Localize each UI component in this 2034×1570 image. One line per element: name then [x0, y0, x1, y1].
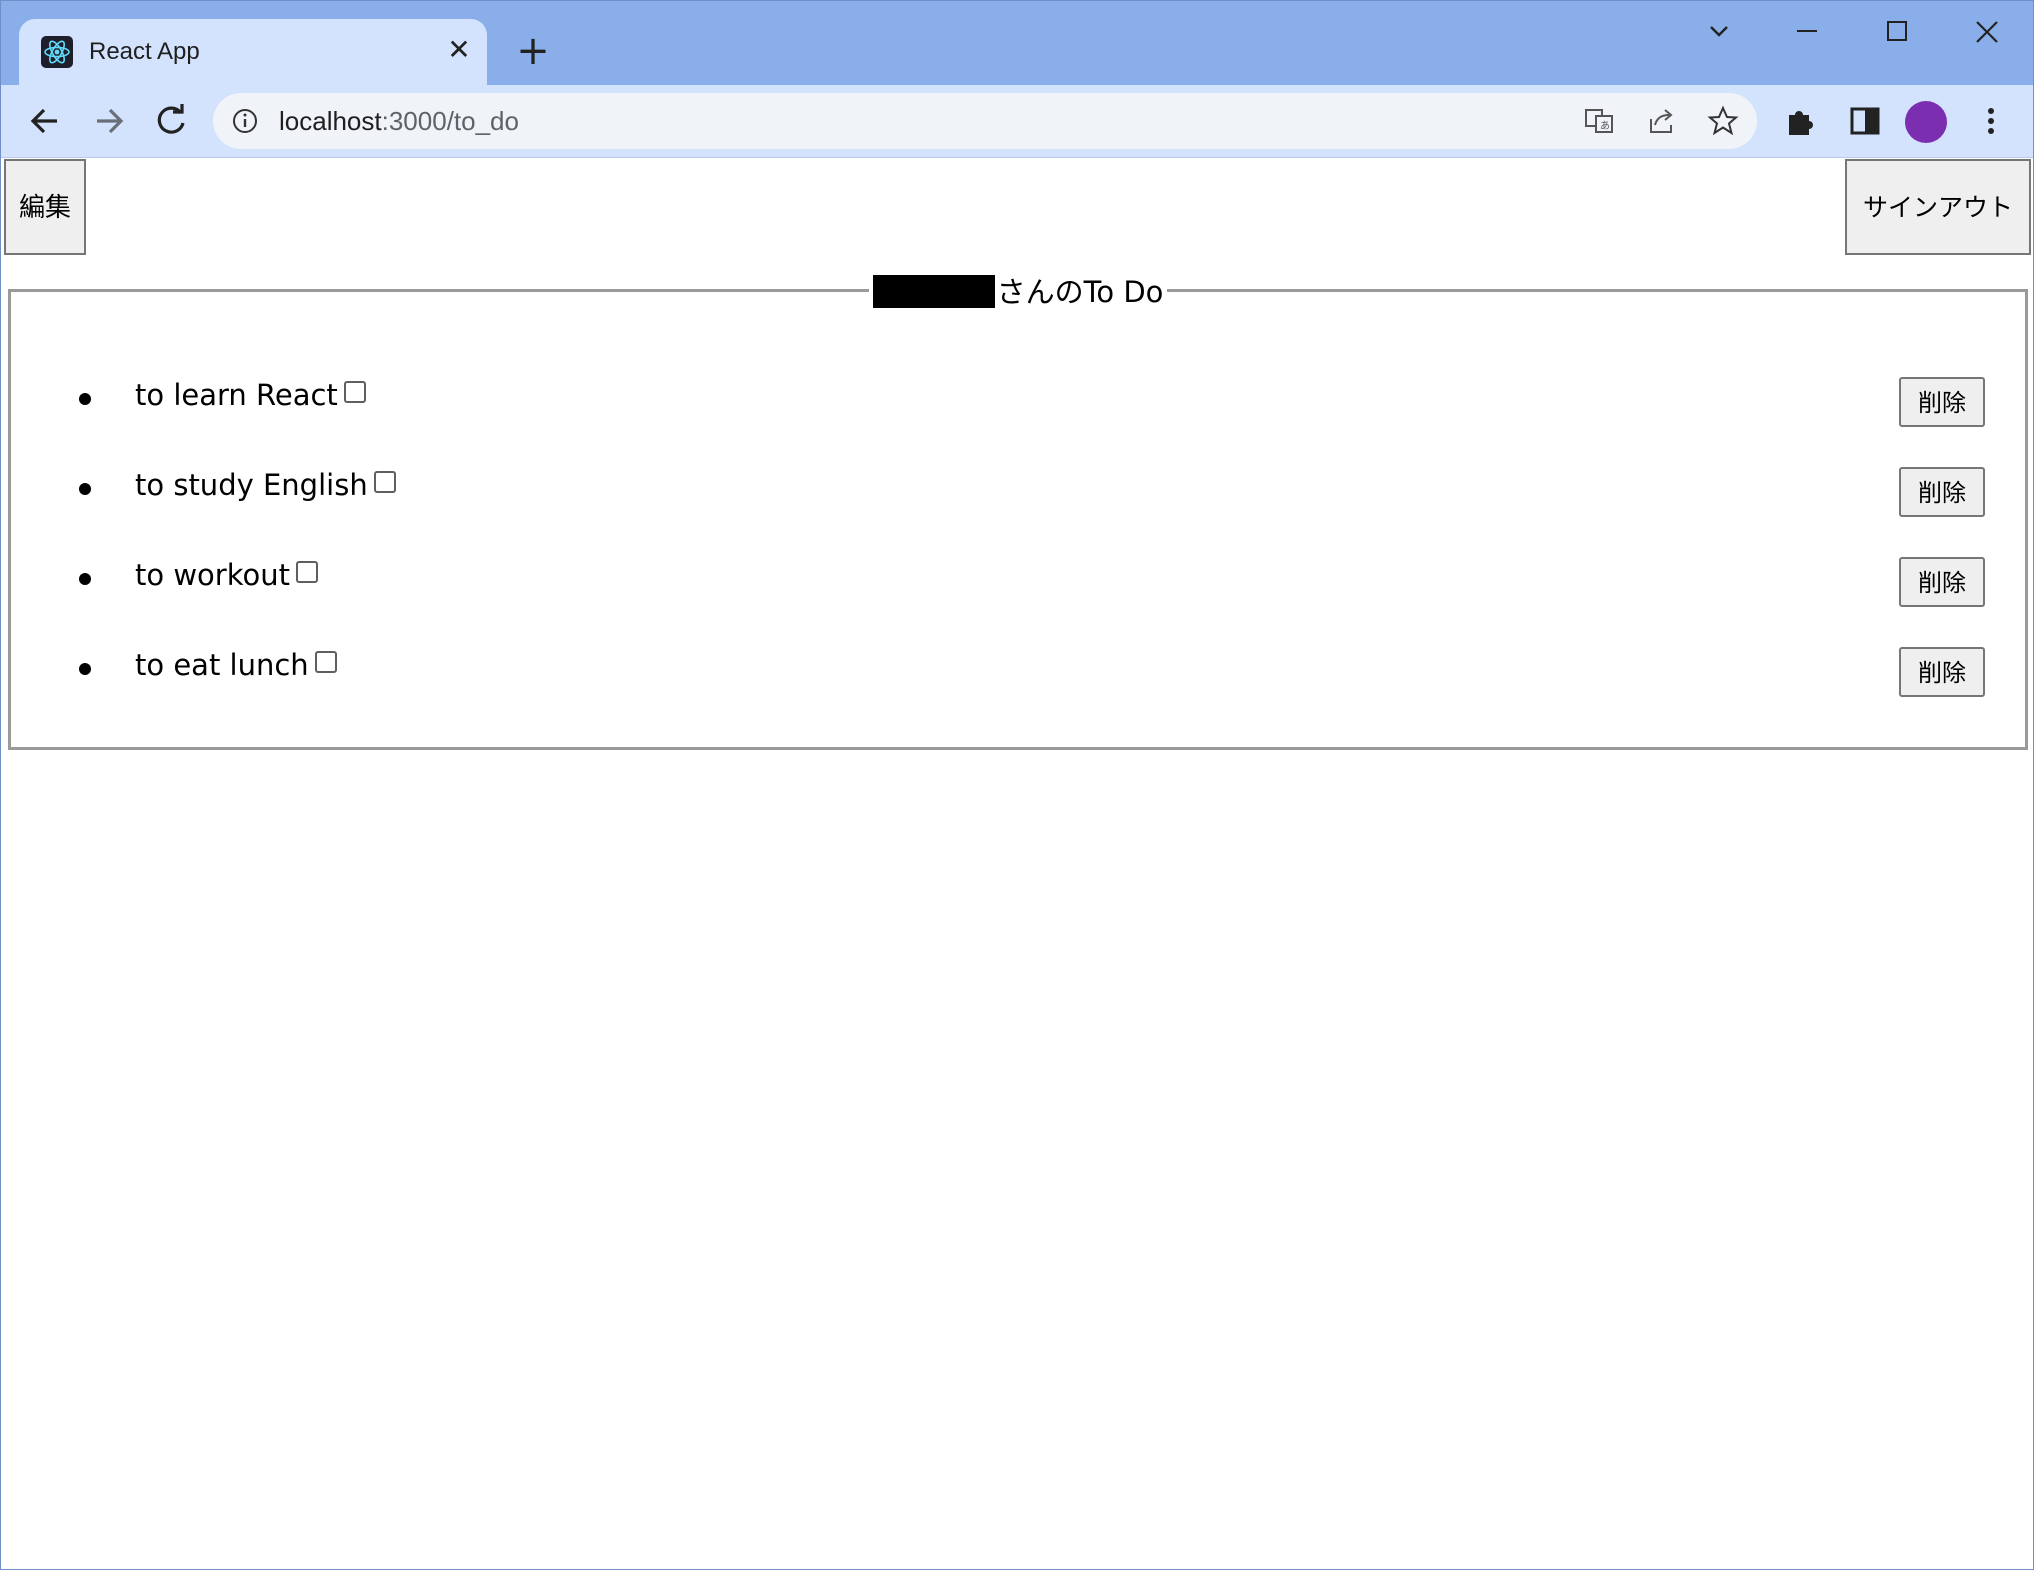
- bullet: [79, 483, 91, 495]
- translate-icon[interactable]: あ: [1583, 105, 1615, 137]
- todo-item-label: to learn React: [135, 378, 338, 412]
- minimize-icon[interactable]: [1777, 11, 1837, 53]
- address-bar[interactable]: localhost:3000/to_do あ: [213, 93, 1757, 149]
- profile-avatar[interactable]: [1905, 101, 1947, 143]
- todo-fieldset: さんのTo Do to learn React 削除 to study Engl…: [8, 269, 2028, 750]
- todo-item-text: to study English: [135, 468, 396, 502]
- react-icon: [41, 36, 73, 68]
- browser-toolbar: localhost:3000/to_do あ: [1, 85, 2033, 158]
- bullet: [79, 573, 91, 585]
- todo-item-text: to learn React: [135, 378, 366, 412]
- share-icon[interactable]: [1645, 105, 1677, 137]
- todo-item-checkbox[interactable]: [373, 471, 396, 493]
- extensions-puzzle-icon[interactable]: [1781, 101, 1821, 141]
- tab-search-chevron-icon[interactable]: [1689, 11, 1749, 53]
- list-item: to workout 削除: [11, 547, 2025, 607]
- back-arrow-icon[interactable]: [23, 99, 67, 143]
- todo-item-label: to study English: [135, 468, 368, 502]
- side-panel-icon[interactable]: [1845, 101, 1885, 141]
- legend-text: さんのTo Do: [996, 275, 1164, 309]
- tab-title: React App: [89, 38, 200, 65]
- svg-text:あ: あ: [1600, 120, 1610, 132]
- reload-icon[interactable]: [149, 99, 193, 143]
- browser-window: React App ✕ + localhost:3000/to_do あ 編集 …: [0, 0, 2034, 1570]
- edit-button[interactable]: 編集: [4, 159, 86, 255]
- url-host: localhost: [279, 106, 382, 136]
- list-item: to eat lunch 削除: [11, 637, 2025, 697]
- todo-legend: さんのTo Do: [869, 269, 1168, 311]
- page-content: 編集 サインアウト さんのTo Do to learn React 削除 to …: [1, 158, 2033, 1569]
- maximize-icon[interactable]: [1867, 11, 1927, 53]
- forward-arrow-icon[interactable]: [87, 99, 131, 143]
- todo-item-checkbox[interactable]: [314, 651, 337, 673]
- todo-item-text: to eat lunch: [135, 648, 337, 682]
- todo-item-label: to workout: [135, 558, 290, 592]
- list-item: to learn React 削除: [11, 367, 2025, 427]
- todo-item-checkbox[interactable]: [295, 561, 318, 583]
- delete-button[interactable]: 削除: [1899, 647, 1985, 697]
- tab-react-app[interactable]: React App ✕: [19, 19, 487, 85]
- url-path: :3000/to_do: [381, 106, 519, 136]
- close-tab-icon[interactable]: ✕: [441, 32, 477, 68]
- tab-strip: React App ✕ +: [1, 1, 2033, 85]
- todo-item-text: to workout: [135, 558, 318, 592]
- info-icon[interactable]: [231, 107, 259, 135]
- new-tab-icon[interactable]: +: [511, 29, 555, 73]
- bullet: [79, 663, 91, 675]
- delete-button[interactable]: 削除: [1899, 377, 1985, 427]
- kebab-menu-icon[interactable]: [1971, 101, 2011, 141]
- todo-item-label: to eat lunch: [135, 648, 309, 682]
- delete-button[interactable]: 削除: [1899, 557, 1985, 607]
- redacted-username: [872, 275, 995, 308]
- todo-item-checkbox[interactable]: [343, 381, 366, 403]
- url-text[interactable]: localhost:3000/to_do: [279, 106, 519, 137]
- close-window-icon[interactable]: [1957, 11, 2017, 53]
- bookmark-star-icon[interactable]: [1707, 105, 1739, 137]
- signout-button[interactable]: サインアウト: [1845, 159, 2031, 255]
- list-item: to study English 削除: [11, 457, 2025, 517]
- delete-button[interactable]: 削除: [1899, 467, 1985, 517]
- bullet: [79, 393, 91, 405]
